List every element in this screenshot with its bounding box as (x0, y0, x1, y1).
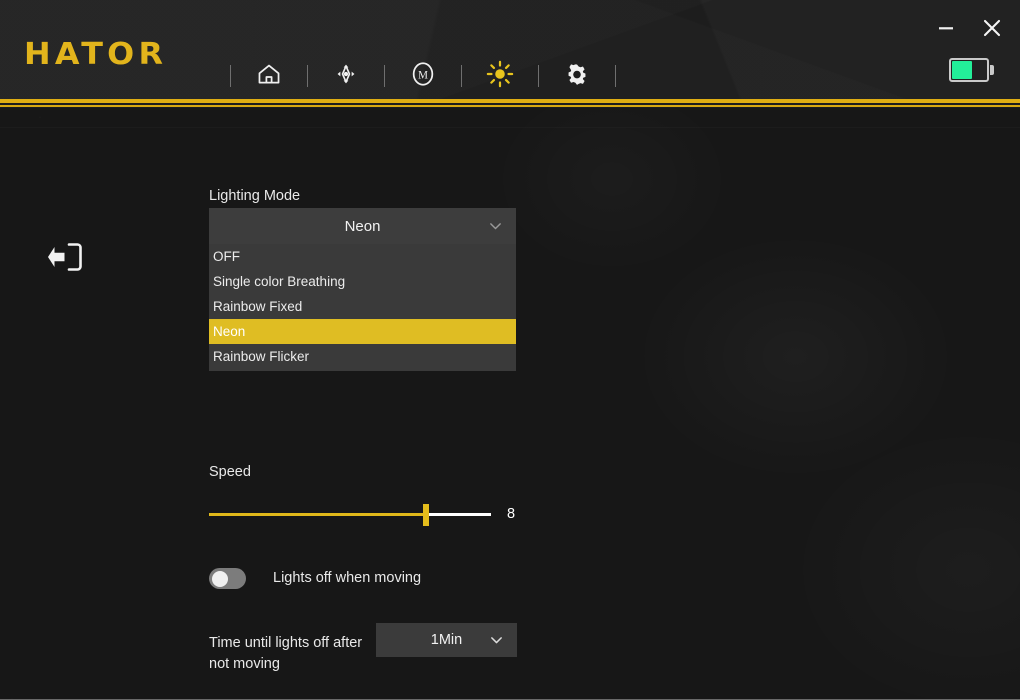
nav-separator (615, 65, 616, 87)
lights-off-timeout-select[interactable]: 1Min (376, 623, 517, 657)
window-controls (932, 14, 1006, 42)
speed-label: Speed (209, 464, 251, 480)
speed-slider-thumb[interactable] (423, 504, 430, 526)
dpi-icon (333, 61, 359, 92)
lights-off-timeout-row: Time until lights off after not moving 1… (209, 623, 517, 675)
lighting-mode-option[interactable]: Rainbow Fixed (209, 294, 516, 319)
back-arrow-icon (48, 240, 88, 279)
title-bar: HATOR M (0, 0, 1020, 99)
hexagon-background (0, 108, 1020, 699)
svg-text:M: M (418, 69, 428, 81)
nav-separator (538, 65, 539, 87)
lighting-mode-select[interactable]: Neon OFF Single color Breathing Rainbow Fi… (209, 208, 516, 371)
settings-icon (564, 61, 590, 92)
lighting-mode-option-list[interactable]: OFF Single color Breathing Rainbow Fixed Ne… (209, 244, 516, 371)
lighting-mode-option[interactable]: Single color Breathing (209, 269, 516, 294)
lights-off-timeout-value: 1Min (430, 632, 463, 648)
chevron-down-icon (488, 632, 505, 649)
lighting-mode-option[interactable]: OFF (209, 244, 516, 269)
lights-off-when-moving-toggle[interactable] (209, 568, 246, 589)
battery-cap (990, 65, 994, 75)
speed-slider-fill (209, 513, 427, 516)
lighting-mode-option[interactable]: Rainbow Flicker (209, 344, 516, 369)
back-button[interactable] (46, 237, 90, 281)
close-button[interactable] (978, 14, 1006, 42)
lighting-mode-label: Lighting Mode (209, 188, 301, 204)
header-divider (0, 99, 1020, 108)
nav-item-dpi[interactable] (328, 58, 364, 94)
home-icon (256, 61, 282, 92)
nav-item-lighting[interactable] (482, 58, 518, 94)
content-area: Lighting Mode Speed Neon OFF Single color… (0, 108, 1020, 699)
lights-off-when-moving-row: Lights off when moving (209, 568, 421, 589)
lights-off-when-moving-label: Lights off when moving (273, 570, 422, 587)
nav-item-macro[interactable]: M (405, 58, 441, 94)
toggle-knob (211, 570, 228, 587)
nav-separator (461, 65, 462, 87)
lights-off-timeout-label: Time until lights off after not moving (209, 635, 363, 673)
battery-indicator (949, 58, 994, 82)
macro-icon: M (409, 60, 437, 93)
nav-separator (230, 65, 231, 87)
nav-item-settings[interactable] (559, 58, 595, 94)
battery-fill (952, 61, 972, 79)
nav-separator (307, 65, 308, 87)
speed-value: 8 (507, 506, 516, 522)
speed-slider-track[interactable] (209, 513, 491, 516)
lighting-mode-selected-value: Neon (344, 217, 381, 235)
lighting-icon (486, 60, 514, 93)
hator-app-window: HATOR M Lighting Mode Speed Neon OFF Sin… (0, 0, 1020, 700)
hator-logo: HATOR (24, 37, 168, 72)
chevron-down-icon (487, 218, 504, 235)
minimize-button[interactable] (932, 14, 960, 42)
lighting-mode-select-head[interactable]: Neon (209, 208, 516, 244)
speed-slider[interactable]: 8 (209, 503, 529, 527)
lighting-mode-option[interactable]: Neon (209, 319, 516, 344)
nav-separator (384, 65, 385, 87)
main-navigation: M (210, 56, 636, 96)
battery-icon (949, 58, 989, 82)
nav-item-home[interactable] (251, 58, 287, 94)
